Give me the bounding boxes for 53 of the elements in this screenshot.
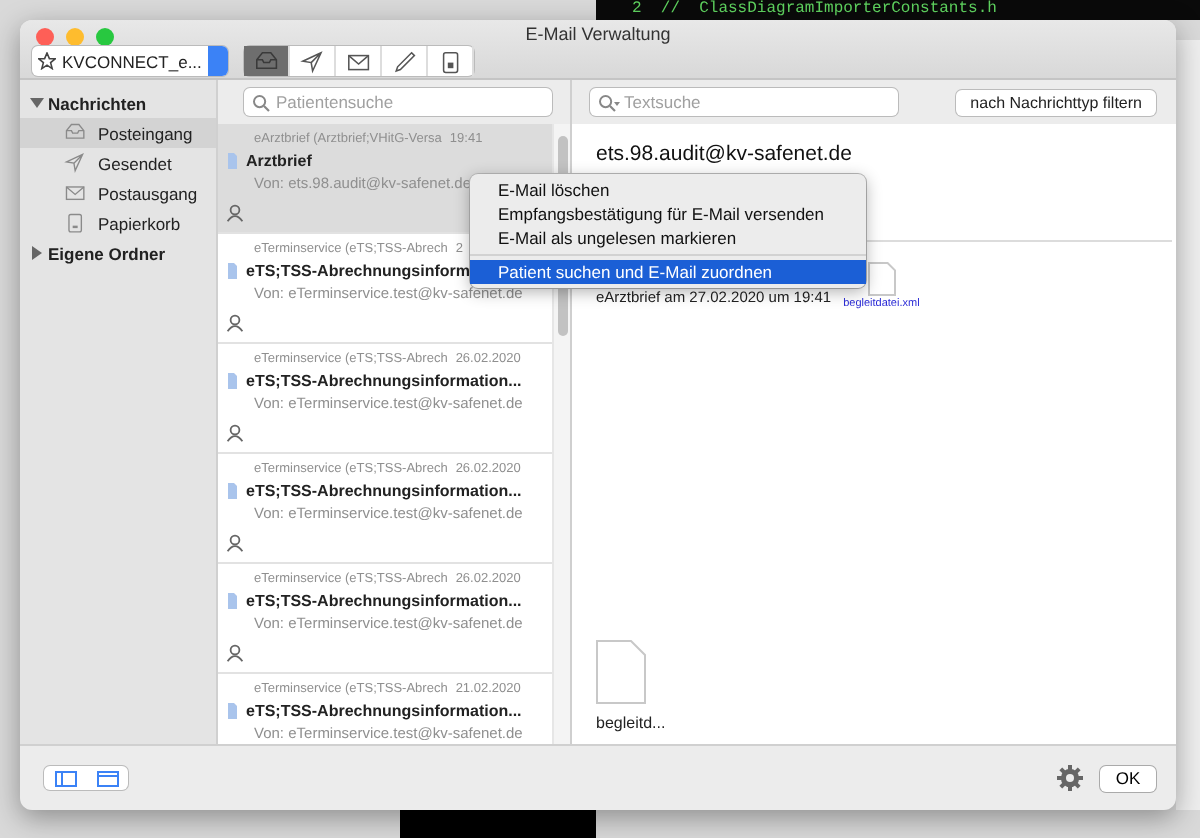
settings-icon[interactable] [1056,764,1084,792]
attachment-icon [226,592,238,610]
mail-subject: eTS;TSS-Abrechnungsinformation... [246,372,522,390]
filter-button[interactable]: nach Nachrichttyp filtern [956,89,1156,115]
sidebar-layout-icon [53,769,77,787]
sidebar-group[interactable]: Eigene Ordner [20,238,216,268]
attachment-icon [226,702,238,720]
mail-subject: Arztbrief [246,152,312,170]
ok-button[interactable]: OK [1100,765,1156,791]
code-line: 2 // ClassDiagramImporterConstants.h [632,0,997,20]
attachment-icon [226,262,238,280]
person-icon [226,204,244,222]
stepper-icon [208,46,228,76]
mail-subject: eTS;TSS-Abrechnungsinformation... [246,592,522,610]
search-icon [598,93,620,111]
inbox-icon [254,49,278,73]
person-icon [226,534,244,552]
sender-address: ets.98.audit@kv-safenet.de [596,142,854,166]
sidebar-item[interactable]: Postausgang [20,178,216,208]
attachment-icon [226,372,238,390]
window-title: E-Mail Verwaltung [525,24,671,44]
text-search-field[interactable]: Textsuche [590,88,898,116]
mail-subject: eTS;TSS-Abrechnungsinformation... [246,482,522,500]
envelope-icon [346,49,370,73]
inbox-icon [64,122,86,144]
account-dropdown[interactable]: KVCONNECT_e... [32,46,228,76]
menu-item[interactable]: Patient suchen und E-Mail zuordnen [470,260,866,284]
sidebar-item[interactable]: Papierkorb [20,208,216,238]
sidebar-item[interactable]: Gesendet [20,148,216,178]
file-label: begleitd... [596,714,666,732]
expanded-triangle-icon [30,96,44,110]
patient-search-field[interactable]: Patientensuche [244,88,552,116]
sidebar-item[interactable]: Posteingang [20,118,216,148]
envelope-icon [64,182,86,204]
attachment-icon [226,152,238,170]
search-icon [252,93,270,111]
pen-icon [392,49,416,73]
person-icon [226,424,244,442]
toolbar-button[interactable] [244,46,290,76]
clipboard-icon [438,49,462,73]
mail-subject: eTS;TSS-Abrechnungsinform [246,262,471,280]
sidebar-group[interactable]: Nachrichten [20,88,216,118]
file-icon [596,640,646,704]
person-icon [226,314,244,332]
attachment-icon [226,482,238,500]
document-icon [867,262,896,296]
panel-layout-icon [95,769,119,787]
paper-plane-icon [64,152,86,174]
collapsed-triangle-icon [30,246,44,260]
paper-plane-icon [300,49,324,73]
mail-subject: eTS;TSS-Abrechnungsinformation... [246,702,522,720]
star-icon [38,52,56,70]
person-icon [226,644,244,662]
